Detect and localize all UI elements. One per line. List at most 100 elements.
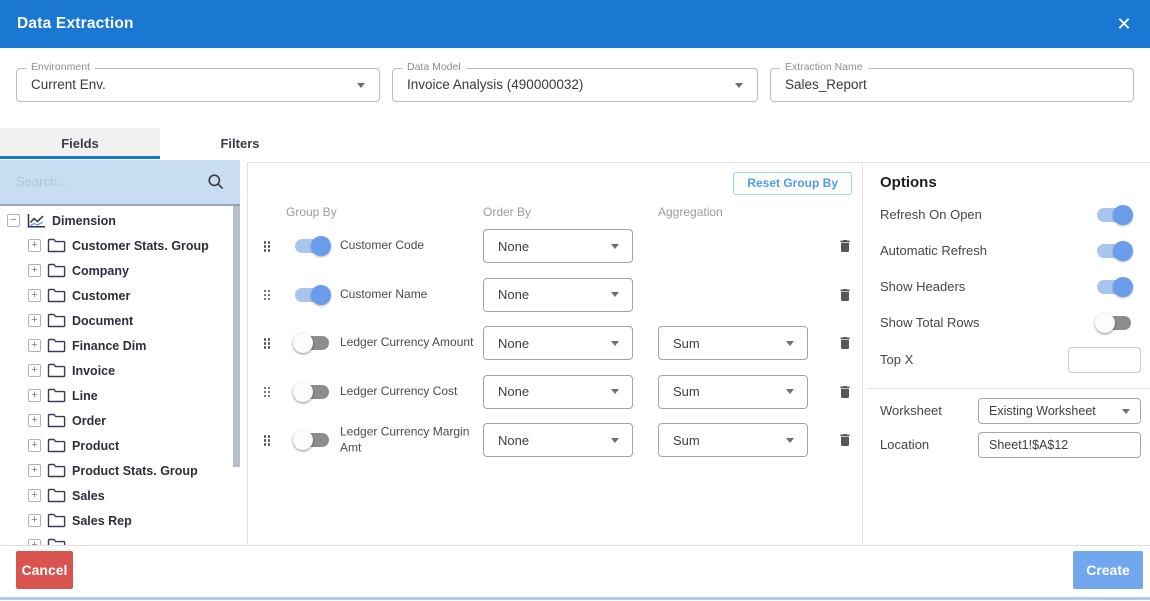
expand-icon[interactable]: + xyxy=(28,239,41,252)
group-by-toggle[interactable] xyxy=(295,433,329,447)
order-by-select[interactable]: None xyxy=(483,278,633,312)
reset-group-by-button[interactable]: Reset Group By xyxy=(733,172,852,195)
option-row: Show Headers xyxy=(880,277,1131,297)
chevron-down-icon xyxy=(611,438,619,443)
tree-item[interactable]: + Line xyxy=(0,383,246,408)
tab-fields[interactable]: Fields xyxy=(0,128,160,159)
collapse-icon[interactable]: − xyxy=(7,214,20,227)
divider xyxy=(868,388,1150,389)
expand-icon[interactable]: + xyxy=(28,314,41,327)
folder-icon xyxy=(47,413,66,428)
option-row: Show Total Rows xyxy=(880,313,1131,333)
tree-item[interactable]: + Sales xyxy=(0,483,246,508)
expand-icon[interactable]: + xyxy=(28,439,41,452)
tab-filters[interactable]: Filters xyxy=(160,128,320,159)
folder-icon xyxy=(47,313,66,328)
option-row: Location xyxy=(880,432,1141,458)
group-by-toggle[interactable] xyxy=(295,385,329,399)
extraction-name-field[interactable]: Extraction Name Sales_Report xyxy=(770,68,1134,102)
expand-icon[interactable]: + xyxy=(28,339,41,352)
chevron-down-icon xyxy=(357,83,365,88)
cancel-button[interactable]: Cancel xyxy=(16,551,73,589)
chevron-down-icon xyxy=(786,438,794,443)
automatic-refresh-toggle[interactable] xyxy=(1097,244,1131,258)
location-input[interactable] xyxy=(978,432,1141,458)
show-total-rows-toggle[interactable] xyxy=(1097,316,1131,330)
tree-scrollbar[interactable] xyxy=(233,206,240,467)
expand-icon[interactable]: + xyxy=(28,514,41,527)
field-row: Ledger Currency Amount None Sum xyxy=(247,319,862,368)
option-row: Worksheet Existing Worksheet xyxy=(880,398,1141,424)
order-by-select[interactable]: None xyxy=(483,375,633,409)
chevron-down-icon xyxy=(735,83,743,88)
delete-icon[interactable] xyxy=(837,431,853,449)
group-by-toggle[interactable] xyxy=(295,239,329,253)
expand-icon[interactable]: + xyxy=(28,489,41,502)
field-label: Customer Code xyxy=(340,238,480,254)
expand-icon[interactable]: + xyxy=(28,364,41,377)
group-by-panel: Reset Group By Group By Order By Aggrega… xyxy=(247,163,862,545)
order-by-select[interactable]: None xyxy=(483,423,633,457)
chevron-down-icon xyxy=(786,389,794,394)
tree-item[interactable]: + Product Stats. Group xyxy=(0,458,246,483)
drag-handle-icon[interactable] xyxy=(263,240,271,252)
group-by-toggle[interactable] xyxy=(295,336,329,350)
delete-icon[interactable] xyxy=(837,334,853,352)
expand-icon[interactable]: + xyxy=(28,389,41,402)
delete-icon[interactable] xyxy=(837,383,853,401)
expand-icon[interactable]: + xyxy=(28,289,41,302)
top-x-input[interactable] xyxy=(1068,347,1141,373)
chevron-down-icon xyxy=(611,292,619,297)
drag-handle-icon[interactable] xyxy=(263,434,271,446)
delete-icon[interactable] xyxy=(837,237,853,255)
drag-handle-icon[interactable] xyxy=(263,337,271,349)
data-model-select[interactable]: Data Model Invoice Analysis (490000032) xyxy=(392,68,758,102)
order-by-select[interactable]: None xyxy=(483,229,633,263)
expand-icon[interactable]: + xyxy=(28,414,41,427)
chevron-down-icon xyxy=(1122,409,1130,414)
search-icon xyxy=(207,173,225,196)
chevron-down-icon xyxy=(611,341,619,346)
tree-item[interactable]: + Document xyxy=(0,308,246,333)
show-headers-toggle[interactable] xyxy=(1097,280,1131,294)
tree-item-dimension[interactable]: − Dimension xyxy=(0,208,246,233)
tab-bar: Fields Filters xyxy=(0,128,320,159)
create-button[interactable]: Create xyxy=(1073,551,1143,589)
group-by-toggle[interactable] xyxy=(295,288,329,302)
dialog-footer: Cancel Create xyxy=(0,545,1150,597)
environment-select[interactable]: Environment Current Env. xyxy=(16,68,380,102)
tree-item[interactable]: + Company xyxy=(0,258,246,283)
folder-icon xyxy=(47,288,66,303)
search-input[interactable] xyxy=(16,160,196,202)
aggregation-select[interactable]: Sum xyxy=(658,326,808,360)
drag-handle-icon[interactable] xyxy=(263,386,271,398)
worksheet-select[interactable]: Existing Worksheet xyxy=(978,398,1141,424)
option-row: Refresh On Open xyxy=(880,205,1131,225)
tree-item[interactable]: + Product xyxy=(0,433,246,458)
chevron-down-icon xyxy=(611,244,619,249)
tree-item[interactable]: + Invoice xyxy=(0,358,246,383)
tree-item[interactable]: + Order xyxy=(0,408,246,433)
folder-icon xyxy=(47,263,66,278)
tree-item-partial[interactable]: + xyxy=(0,533,246,545)
expand-icon[interactable]: + xyxy=(28,464,41,477)
tree-item[interactable]: + Sales Rep xyxy=(0,508,246,533)
expand-icon[interactable]: + xyxy=(28,264,41,277)
option-row: Automatic Refresh xyxy=(880,241,1131,261)
dialog-title: Data Extraction xyxy=(17,0,134,48)
aggregation-select[interactable]: Sum xyxy=(658,375,808,409)
refresh-on-open-toggle[interactable] xyxy=(1097,208,1131,222)
delete-icon[interactable] xyxy=(837,286,853,304)
dialog-titlebar: Data Extraction ✕ xyxy=(0,0,1150,48)
tree-item[interactable]: + Customer xyxy=(0,283,246,308)
field-row: Customer Code None xyxy=(247,222,862,271)
field-label: Ledger Currency Margin Amt xyxy=(340,425,480,456)
options-title: Options xyxy=(880,174,937,191)
folder-icon xyxy=(47,238,66,253)
drag-handle-icon[interactable] xyxy=(263,289,271,301)
order-by-select[interactable]: None xyxy=(483,326,633,360)
tree-item[interactable]: + Finance Dim xyxy=(0,333,246,358)
close-icon[interactable]: ✕ xyxy=(1113,13,1135,35)
aggregation-select[interactable]: Sum xyxy=(658,423,808,457)
tree-item[interactable]: + Customer Stats. Group xyxy=(0,233,246,258)
